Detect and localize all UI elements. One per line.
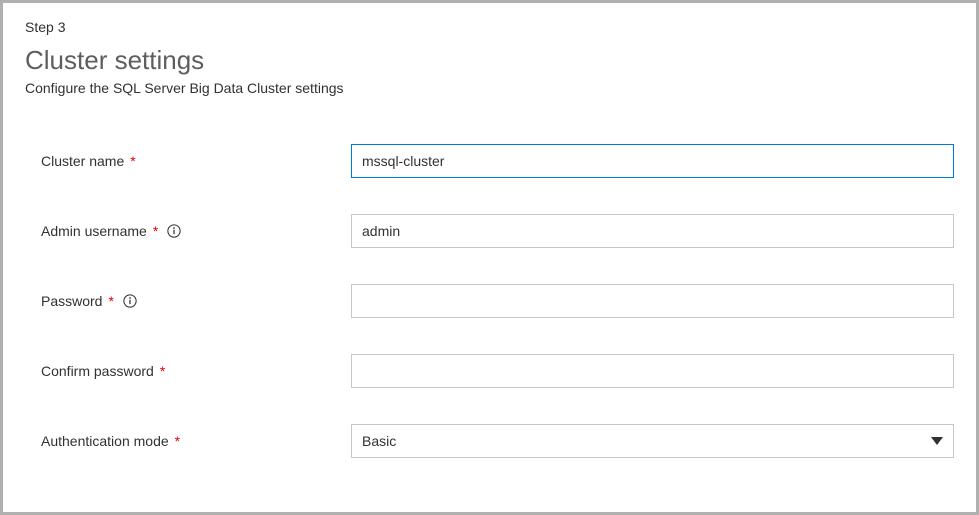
- label-admin-username: Admin username *: [41, 223, 351, 239]
- info-icon[interactable]: [166, 223, 182, 239]
- required-asterisk: *: [108, 293, 113, 309]
- page-subtitle: Configure the SQL Server Big Data Cluste…: [25, 80, 954, 96]
- confirm-password-input[interactable]: [351, 354, 954, 388]
- label-password: Password *: [41, 293, 351, 309]
- row-cluster-name: Cluster name *: [41, 144, 954, 178]
- label-text: Admin username: [41, 223, 147, 239]
- auth-mode-select[interactable]: Basic: [351, 424, 954, 458]
- cluster-name-input[interactable]: [351, 144, 954, 178]
- label-auth-mode: Authentication mode *: [41, 433, 351, 449]
- label-text: Password: [41, 293, 102, 309]
- admin-username-input[interactable]: [351, 214, 954, 248]
- label-cluster-name: Cluster name *: [41, 153, 351, 169]
- required-asterisk: *: [130, 153, 135, 169]
- label-text: Authentication mode: [41, 433, 169, 449]
- row-password: Password *: [41, 284, 954, 318]
- page-title: Cluster settings: [25, 45, 954, 76]
- cluster-settings-form: Cluster name * Admin username * Password…: [25, 144, 954, 458]
- row-auth-mode: Authentication mode * Basic: [41, 424, 954, 458]
- step-label: Step 3: [25, 19, 954, 35]
- label-text: Confirm password: [41, 363, 154, 379]
- label-confirm-password: Confirm password *: [41, 363, 351, 379]
- label-text: Cluster name: [41, 153, 124, 169]
- password-input[interactable]: [351, 284, 954, 318]
- info-icon[interactable]: [122, 293, 138, 309]
- required-asterisk: *: [175, 433, 180, 449]
- required-asterisk: *: [153, 223, 158, 239]
- row-admin-username: Admin username *: [41, 214, 954, 248]
- row-confirm-password: Confirm password *: [41, 354, 954, 388]
- required-asterisk: *: [160, 363, 165, 379]
